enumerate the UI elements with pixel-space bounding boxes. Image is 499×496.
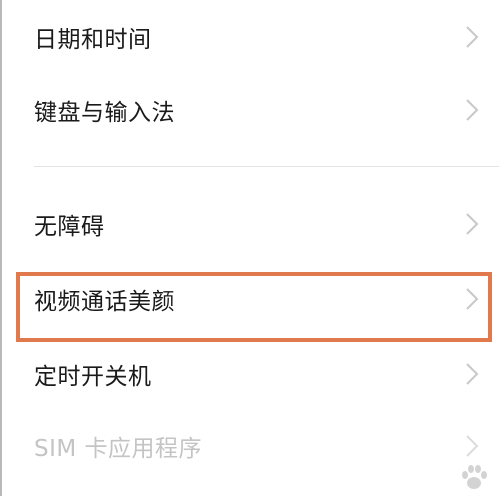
chevron-right-icon xyxy=(465,287,479,311)
settings-item-label: 键盘与输入法 xyxy=(34,100,175,126)
settings-item-label: SIM 卡应用程序 xyxy=(34,436,203,462)
chevron-right-icon xyxy=(465,98,479,122)
chevron-right-icon xyxy=(465,212,479,236)
chevron-right-icon xyxy=(465,434,479,458)
settings-item-label: 日期和时间 xyxy=(34,27,152,53)
chevron-right-icon xyxy=(465,362,479,386)
settings-item-label: 视频通话美颜 xyxy=(34,289,175,315)
settings-item-label: 无障碍 xyxy=(34,214,105,240)
settings-item-keyboard-input[interactable]: 键盘与输入法 xyxy=(0,73,499,147)
settings-item-date-time[interactable]: 日期和时间 xyxy=(0,0,499,74)
chevron-right-icon xyxy=(465,25,479,49)
section-divider xyxy=(34,166,499,167)
settings-item-scheduled-power[interactable]: 定时开关机 xyxy=(0,337,499,411)
settings-item-label: 定时开关机 xyxy=(34,364,152,390)
paw-icon xyxy=(462,465,487,489)
settings-item-accessibility[interactable]: 无障碍 xyxy=(0,187,499,261)
watermark-logo xyxy=(459,464,489,492)
settings-item-video-call-beauty[interactable]: 视频通话美颜 xyxy=(0,262,499,336)
settings-item-sim-toolkit: SIM 卡应用程序 xyxy=(0,409,499,483)
